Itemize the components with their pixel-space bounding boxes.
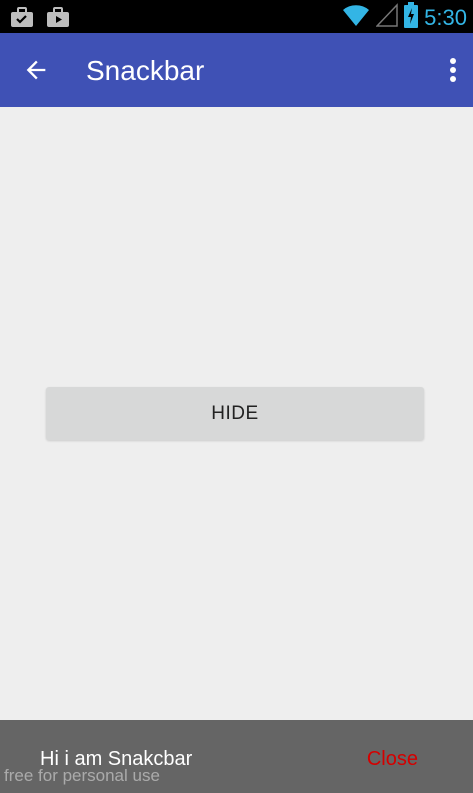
snackbar: Hi i am Snakcbar Close: [0, 720, 473, 793]
more-vert-icon: [449, 57, 457, 88]
back-button[interactable]: [14, 50, 58, 94]
snackbar-message: Hi i am Snakcbar: [40, 748, 193, 770]
overflow-menu-button[interactable]: [439, 50, 467, 94]
app-bar: Snackbar: [0, 33, 473, 107]
arrow-back-icon: [22, 56, 50, 89]
briefcase-play-icon: [46, 6, 70, 33]
status-bar: 5:30: [0, 0, 473, 33]
cell-signal-icon: [375, 3, 398, 32]
notification-icons: [10, 6, 70, 33]
hide-button[interactable]: HIDE: [46, 387, 424, 440]
page-title: Snackbar: [86, 55, 205, 86]
wifi-icon: [342, 3, 370, 32]
snackbar-close-button[interactable]: Close: [367, 746, 418, 772]
battery-charging-icon: [404, 2, 419, 33]
main-content: HIDE: [0, 107, 473, 720]
system-status: 5:30: [342, 2, 467, 33]
status-time: 5:30: [424, 4, 467, 30]
briefcase-check-icon: [10, 6, 34, 33]
